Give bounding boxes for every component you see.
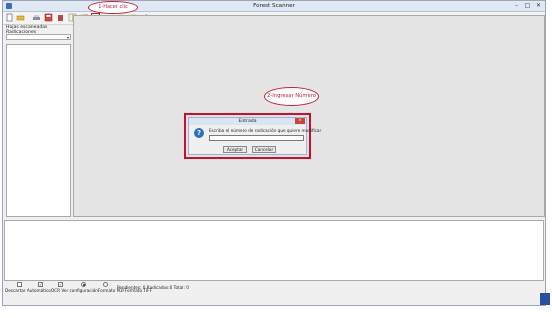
radicacion-number-input[interactable] (209, 135, 304, 141)
ocr-checkbox[interactable]: ✓ (38, 282, 43, 287)
taskbar-strip (540, 293, 550, 305)
delete-icon[interactable] (56, 13, 65, 22)
input-dialog: Entrada × ? Escriba el número de radicac… (188, 117, 321, 155)
dialog-title: Entrada (189, 118, 306, 125)
cancel-button[interactable]: Cancelar (252, 146, 276, 153)
accept-button[interactable]: Aceptar (223, 146, 247, 153)
descartar-automatico-checkbox[interactable] (17, 282, 22, 287)
minimize-icon[interactable]: – (512, 2, 521, 9)
ver-configuracion-checkbox[interactable]: ✓ (58, 282, 63, 287)
new-document-icon[interactable] (5, 13, 14, 22)
formato-pdf-radio[interactable] (81, 282, 86, 287)
dialog-close-button[interactable]: × (295, 118, 305, 124)
dialog-message: Escriba el número de radicación que quie… (209, 128, 322, 133)
window-title: Forest Scanner (253, 3, 295, 9)
input-dialog-highlight: Entrada × ? Escriba el número de radicac… (184, 113, 321, 159)
status-text: Pendientes: 0 Radicados:0 Total: 0 (117, 285, 189, 290)
close-window-icon[interactable]: ✕ (534, 2, 543, 9)
scan-icon[interactable] (32, 13, 41, 22)
title-bar: Forest Scanner – □ ✕ (3, 1, 545, 12)
callout-step-1: 1-Hacer clic (88, 1, 138, 14)
formato-tiff-radio[interactable] (103, 282, 108, 287)
radicaciones-combo[interactable]: ▾ (6, 34, 71, 40)
save-icon[interactable] (44, 13, 53, 22)
chevron-down-icon[interactable]: ▾ (67, 35, 69, 40)
maximize-icon[interactable]: □ (523, 2, 532, 9)
open-folder-icon[interactable] (16, 13, 25, 22)
callout-step-2: 2-Ingresar Número (264, 87, 319, 106)
question-icon: ? (194, 128, 204, 138)
scanned-pages-list[interactable] (6, 44, 71, 217)
window-controls: – □ ✕ (512, 2, 543, 9)
bottom-panel (4, 220, 544, 281)
